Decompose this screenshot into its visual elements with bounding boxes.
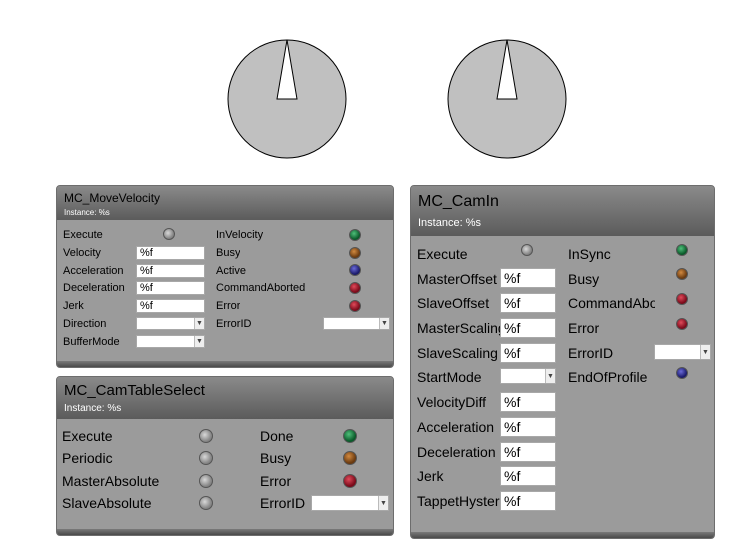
execute-button[interactable] (199, 429, 213, 443)
slaveoffset-label: SlaveOffset (417, 295, 490, 311)
busy-label: Busy (260, 450, 292, 466)
slavescaling-input[interactable]: %f (500, 343, 556, 363)
deceleration-label: Deceleration (63, 282, 125, 294)
busy-led (676, 268, 688, 280)
busy-led (349, 247, 361, 259)
invelocity-led (349, 229, 361, 241)
jerk-input[interactable]: %f (136, 299, 205, 313)
chevron-down-icon: ▼ (700, 345, 710, 359)
deceleration-label: Deceleration (417, 444, 496, 460)
commandaborted-led (676, 293, 688, 305)
slaveoffset-input[interactable]: %f (500, 293, 556, 313)
panel-header: MC_CamIn Instance: %s (411, 186, 714, 236)
velocity-input[interactable]: %f (136, 246, 205, 260)
acceleration-input[interactable]: %f (500, 417, 556, 437)
invelocity-label: InVelocity (216, 229, 264, 241)
deceleration-input[interactable]: %f (136, 281, 205, 295)
deceleration-input[interactable]: %f (500, 442, 556, 462)
chevron-down-icon: ▼ (378, 496, 388, 510)
error-label: Error (260, 473, 292, 489)
masterabsolute-toggle[interactable] (199, 474, 213, 488)
panel-footer (57, 529, 393, 535)
errorid-label: ErrorID (260, 495, 306, 511)
endofprofile-label: EndOfProfile (568, 369, 648, 385)
masteroffset-label: MasterOffset (417, 271, 497, 287)
execute-label: Execute (63, 229, 103, 241)
jerk-label: Jerk (417, 468, 444, 484)
errorid-label: ErrorID (216, 318, 252, 330)
buffermode-select[interactable]: ▼ (136, 335, 205, 348)
panel-instance: Instance: %s (418, 217, 481, 229)
masterabsolute-label: MasterAbsolute (62, 473, 160, 489)
periodic-label: Periodic (62, 450, 113, 466)
periodic-toggle[interactable] (199, 451, 213, 465)
chevron-down-icon: ▼ (545, 369, 555, 383)
panel-instance: Instance: %s (64, 403, 122, 414)
mc-movevelocity-panel: MC_MoveVelocity Instance: %s Execute Vel… (56, 185, 394, 368)
acceleration-input[interactable]: %f (136, 264, 205, 278)
error-led (349, 300, 361, 312)
panel-instance: Instance: %s (64, 208, 110, 217)
acceleration-label: Acceleration (63, 265, 124, 277)
panel-footer (411, 532, 714, 538)
errorid-select[interactable]: ▼ (654, 344, 711, 360)
tappethysteresis-input[interactable]: %f (500, 491, 556, 511)
panel-title: MC_CamIn (418, 193, 499, 210)
error-led (343, 474, 357, 488)
panel-title: MC_MoveVelocity (64, 191, 161, 205)
slave-position-dial (447, 39, 567, 159)
chevron-down-icon: ▼ (379, 318, 389, 329)
startmode-label: StartMode (417, 369, 482, 385)
insync-led (676, 244, 688, 256)
tappethysteresis-label: TappetHysteresis (417, 493, 502, 509)
velocitydiff-input[interactable]: %f (500, 392, 556, 412)
velocitydiff-label: VelocityDiff (417, 394, 486, 410)
panel-header: MC_CamTableSelect Instance: %s (57, 377, 393, 419)
errorid-select[interactable]: ▼ (323, 317, 390, 330)
slaveabsolute-label: SlaveAbsolute (62, 495, 152, 511)
jerk-input[interactable]: %f (500, 466, 556, 486)
error-led (676, 318, 688, 330)
busy-led (343, 451, 357, 465)
done-label: Done (260, 428, 294, 444)
error-label: Error (568, 320, 600, 336)
masteroffset-input[interactable]: %f (500, 268, 556, 288)
commandaborted-label: CommandAborted (568, 295, 655, 311)
direction-label: Direction (63, 318, 107, 330)
commandaborted-label: CommandAborted (216, 282, 306, 294)
masterscaling-input[interactable]: %f (500, 318, 556, 338)
panel-title: MC_CamTableSelect (64, 382, 205, 399)
active-led (349, 264, 361, 276)
buffermode-label: BufferMode (63, 336, 120, 348)
insync-label: InSync (568, 246, 611, 262)
mc-camtableselect-panel: MC_CamTableSelect Instance: %s Execute P… (56, 376, 394, 536)
mc-camin-panel: MC_CamIn Instance: %s Execute MasterOffs… (410, 185, 715, 539)
startmode-select[interactable]: ▼ (500, 368, 556, 384)
busy-label: Busy (568, 271, 600, 287)
execute-label: Execute (417, 246, 468, 262)
busy-label: Busy (216, 247, 241, 259)
error-label: Error (216, 300, 241, 312)
chevron-down-icon: ▼ (194, 336, 204, 347)
active-label: Active (216, 265, 246, 277)
execute-label: Execute (62, 428, 113, 444)
endofprofile-led (676, 367, 688, 379)
panel-footer (57, 361, 393, 367)
panel-header: MC_MoveVelocity Instance: %s (57, 186, 393, 220)
slavescaling-label: SlaveScaling (417, 345, 498, 361)
direction-select[interactable]: ▼ (136, 317, 205, 330)
done-led (343, 429, 357, 443)
errorid-select[interactable]: ▼ (311, 495, 389, 511)
jerk-label: Jerk (63, 300, 84, 312)
velocity-label: Velocity (63, 247, 101, 259)
execute-button[interactable] (163, 228, 175, 240)
errorid-label: ErrorID (568, 345, 614, 361)
commandaborted-led (349, 282, 361, 294)
acceleration-label: Acceleration (417, 419, 495, 435)
masterscaling-label: MasterScaling (417, 320, 502, 336)
execute-button[interactable] (521, 244, 533, 256)
chevron-down-icon: ▼ (194, 318, 204, 329)
master-position-dial (227, 39, 347, 159)
slaveabsolute-toggle[interactable] (199, 496, 213, 510)
